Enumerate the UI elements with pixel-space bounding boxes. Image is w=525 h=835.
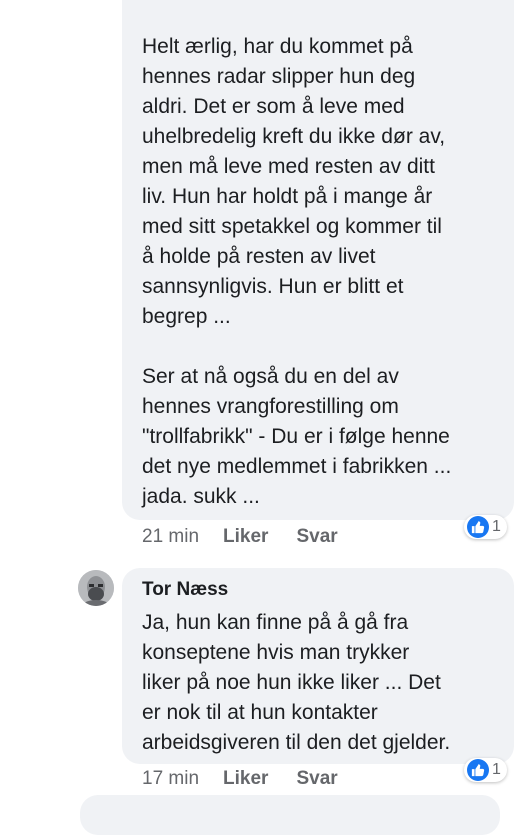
- like-button[interactable]: Liker: [223, 768, 268, 790]
- thumbs-up-icon: [467, 516, 489, 538]
- thumbs-up-icon: [467, 759, 489, 781]
- like-button[interactable]: Liker: [223, 526, 268, 548]
- reply-button[interactable]: Svar: [296, 768, 337, 790]
- comment-bubble: Helt ærlig, har du kommet på hennes rada…: [122, 0, 514, 520]
- reaction-count: 1: [492, 518, 501, 535]
- reaction-badge[interactable]: 1: [464, 515, 507, 539]
- reaction-badge[interactable]: 1: [464, 758, 507, 782]
- comment-text: Ser at nå også du en del av hennes vrang…: [142, 365, 452, 508]
- comment-bubble: Tor Næss Ja, hun kan finne på å gå fra k…: [122, 568, 514, 764]
- reply-button[interactable]: Svar: [296, 526, 337, 548]
- comment-timestamp[interactable]: 17 min: [142, 768, 199, 790]
- comment-actions: 17 min Liker Svar: [142, 768, 366, 790]
- user-avatar[interactable]: [78, 570, 114, 606]
- comment-author[interactable]: Tor Næss: [142, 576, 498, 604]
- comment-timestamp[interactable]: 21 min: [142, 526, 199, 548]
- reaction-count: 1: [492, 761, 501, 778]
- comment-text: Helt ærlig, har du kommet på hennes rada…: [142, 35, 446, 328]
- comment-actions: 21 min Liker Svar: [142, 526, 366, 548]
- next-comment-bubble: [80, 795, 500, 835]
- comment-text: Ja, hun kan finne på å gå fra konseptene…: [142, 611, 451, 754]
